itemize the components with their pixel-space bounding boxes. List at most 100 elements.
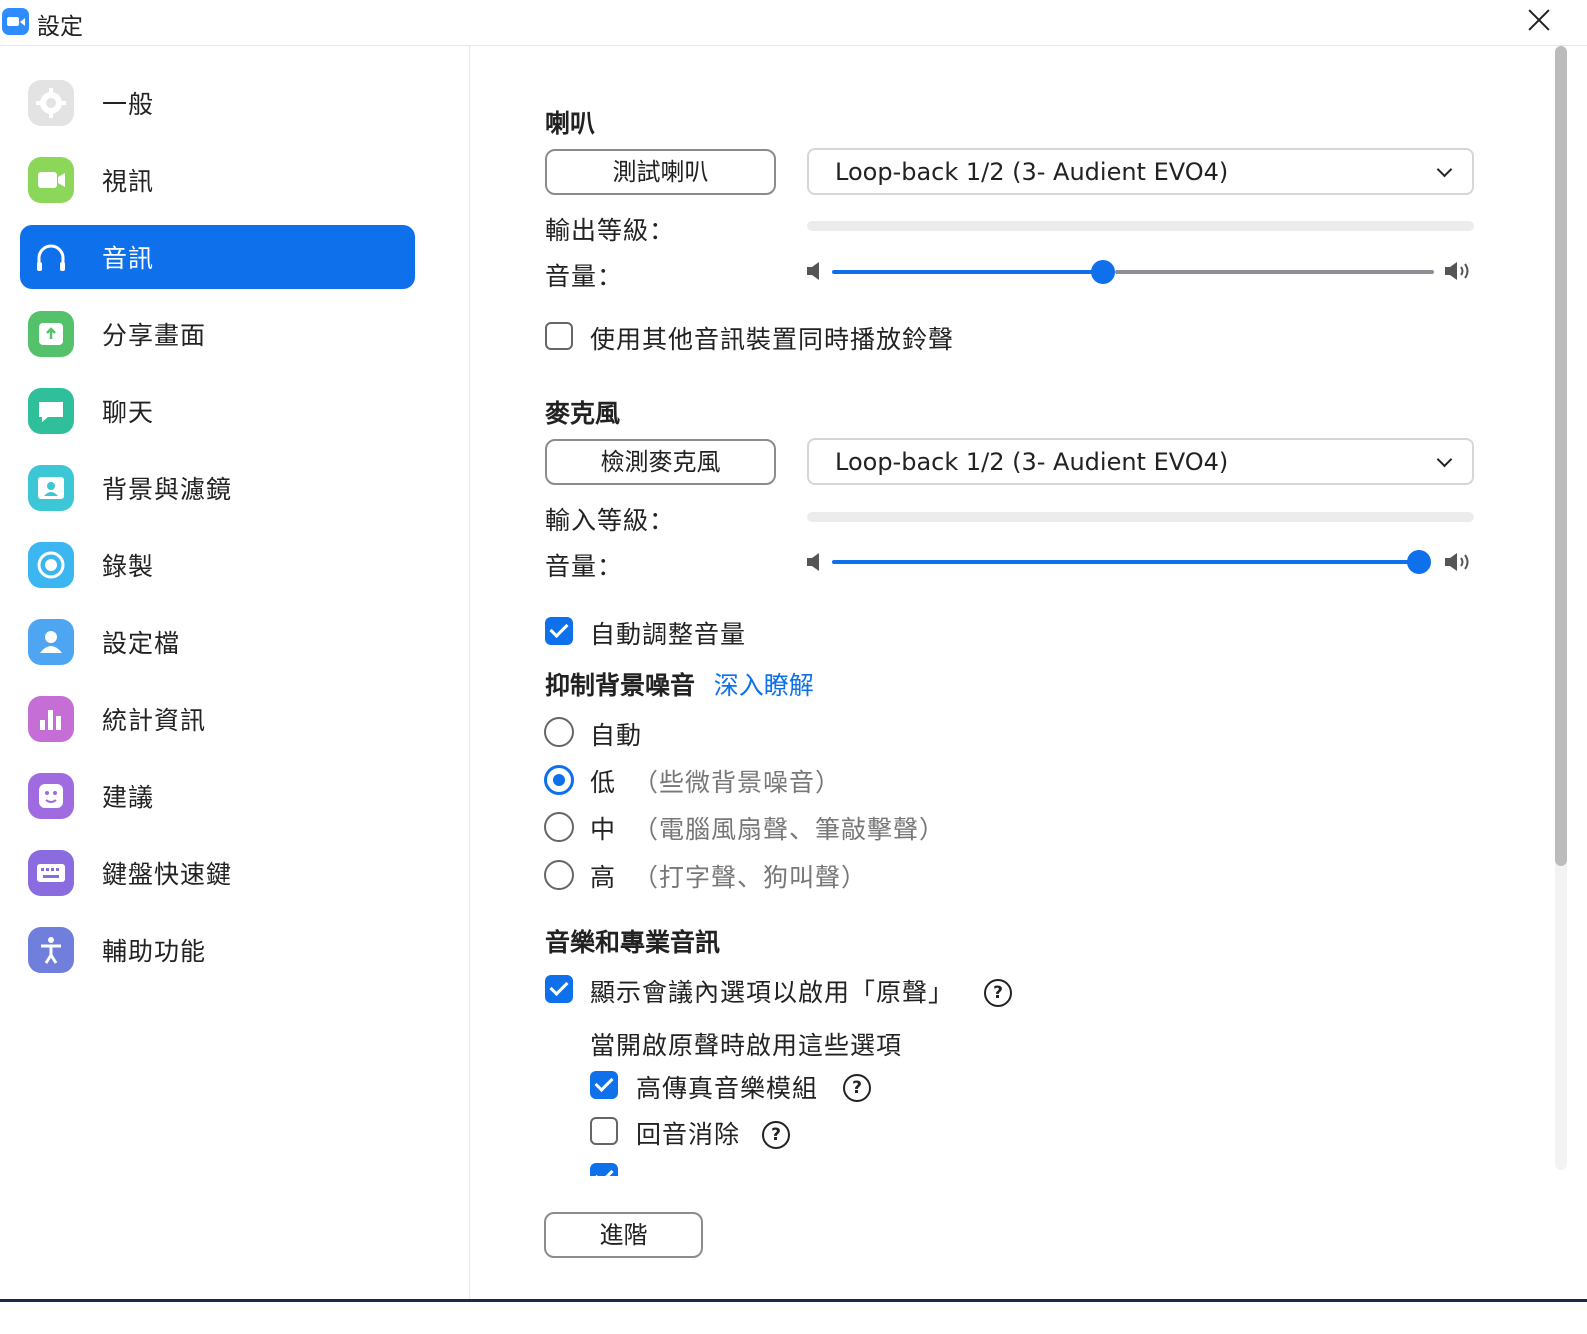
window-bottom-border: [0, 1299, 1587, 1302]
profile-icon: [28, 619, 74, 665]
sidebar-item-feedback[interactable]: 建議: [20, 764, 415, 828]
sidebar-item-label: 鍵盤快速鍵: [102, 860, 233, 889]
background-portrait-icon: [28, 465, 74, 511]
speaker-volume-high-icon: [1444, 259, 1476, 287]
sidebar-item-label: 錄製: [102, 552, 155, 581]
sidebar-item-label: 統計資訊: [102, 706, 207, 735]
original-sound-checkbox[interactable]: [545, 975, 573, 1003]
noise-option-auto-radio[interactable]: [544, 717, 574, 747]
microphone-volume-high-icon: [1444, 550, 1476, 578]
original-sound-options-title: 當開啟原聲時啟用這些選項: [590, 1031, 903, 1060]
chevron-down-icon: [1436, 161, 1453, 178]
learn-more-link[interactable]: 深入瞭解: [714, 671, 814, 700]
sidebar-item-profile[interactable]: 設定檔: [20, 610, 415, 674]
test-speaker-button[interactable]: 測試喇叭: [545, 149, 776, 195]
sidebar-item-chat[interactable]: 聊天: [20, 379, 415, 443]
statistics-icon: [28, 696, 74, 742]
stereo-checkbox[interactable]: [590, 1163, 618, 1176]
hifi-music-checkbox[interactable]: [590, 1071, 618, 1099]
audio-settings-panel: 喇叭 測試喇叭 Loop-back 1/2 (3- Audient EVO4) …: [470, 46, 1587, 1176]
speaker-volume-fill: [832, 270, 1097, 274]
close-icon[interactable]: [1524, 6, 1554, 36]
echo-cancellation-checkbox[interactable]: [590, 1117, 618, 1145]
hifi-music-label: 高傳真音樂模組: [636, 1074, 819, 1103]
microphone-device-value: Loop-back 1/2 (3- Audient EVO4): [835, 448, 1229, 476]
noise-option-high-label: 高: [590, 863, 617, 892]
microphone-volume-slider[interactable]: [832, 549, 1431, 575]
keyboard-icon: [28, 850, 74, 896]
output-level-label: 輸出等級：: [545, 216, 676, 245]
sidebar-item-label: 視訊: [102, 167, 155, 196]
microphone-volume-thumb[interactable]: [1407, 550, 1431, 574]
sidebar-item-audio[interactable]: 音訊: [20, 225, 415, 289]
separate-ringtone-checkbox[interactable]: [545, 322, 573, 350]
share-screen-icon: [28, 311, 74, 357]
output-level-meter: [807, 221, 1474, 231]
sidebar-item-label: 音訊: [102, 244, 155, 273]
title-bar: 設定: [0, 0, 1587, 46]
speaker-volume-track: [1115, 270, 1434, 274]
speaker-volume-low-icon: [806, 260, 824, 286]
noise-option-low-hint: （些微背景噪音）: [632, 768, 841, 797]
video-camera-icon: [28, 157, 74, 203]
help-icon[interactable]: ?: [984, 979, 1012, 1007]
microphone-volume-label: 音量：: [545, 552, 624, 581]
speaker-volume-thumb[interactable]: [1091, 260, 1115, 284]
music-audio-section-title: 音樂和專業音訊: [545, 928, 721, 957]
sidebar-item-label: 建議: [102, 783, 155, 812]
noise-option-auto-label: 自動: [590, 721, 643, 750]
headphones-icon: [28, 234, 74, 280]
noise-suppression-title-text: 抑制背景噪音: [545, 671, 696, 700]
sidebar-item-label: 一般: [102, 90, 155, 119]
record-icon: [28, 542, 74, 588]
sidebar-item-statistics[interactable]: 統計資訊: [20, 687, 415, 751]
echo-cancellation-label: 回音消除: [636, 1120, 741, 1149]
sidebar-item-background[interactable]: 背景與濾鏡: [20, 456, 415, 520]
microphone-volume-fill: [832, 560, 1425, 564]
zoom-app-icon: [2, 8, 29, 35]
sidebar-item-recording[interactable]: 錄製: [20, 533, 415, 597]
speaker-device-value: Loop-back 1/2 (3- Audient EVO4): [835, 158, 1229, 186]
noise-option-low: 低 （些微背景噪音）: [590, 763, 841, 799]
sidebar-item-accessibility[interactable]: 輔助功能: [20, 918, 415, 982]
scrollbar-thumb[interactable]: [1555, 46, 1567, 866]
separate-ringtone-label: 使用其他音訊裝置同時播放鈴聲: [590, 325, 955, 354]
chat-bubble-icon: [28, 388, 74, 434]
help-icon[interactable]: ?: [762, 1121, 790, 1149]
noise-option-low-radio[interactable]: [544, 765, 574, 795]
test-microphone-button[interactable]: 檢測麥克風: [545, 439, 776, 485]
sidebar: 一般 視訊 音訊 分享畫面 聊天 背景與濾鏡 錄製 設定檔 統計資訊 建議 鍵盤…: [0, 46, 470, 1299]
sidebar-item-keyboard-shortcuts[interactable]: 鍵盤快速鍵: [20, 841, 415, 905]
sidebar-item-video[interactable]: 視訊: [20, 148, 415, 212]
sidebar-item-label: 輔助功能: [102, 937, 207, 966]
input-level-meter: [807, 512, 1474, 522]
accessibility-icon: [28, 927, 74, 973]
noise-option-medium-radio[interactable]: [544, 812, 574, 842]
sidebar-item-label: 背景與濾鏡: [102, 475, 233, 504]
auto-adjust-volume-label: 自動調整音量: [590, 620, 747, 649]
advanced-button[interactable]: 進階: [544, 1212, 703, 1258]
microphone-section-title: 麥克風: [545, 399, 621, 428]
help-icon[interactable]: ?: [843, 1074, 871, 1102]
microphone-device-select[interactable]: Loop-back 1/2 (3- Audient EVO4): [807, 438, 1474, 485]
sidebar-item-general[interactable]: 一般: [20, 71, 415, 135]
sidebar-item-share-screen[interactable]: 分享畫面: [20, 302, 415, 366]
sidebar-item-label: 分享畫面: [102, 321, 207, 350]
feedback-smile-icon: [28, 773, 74, 819]
speaker-volume-slider[interactable]: [832, 259, 1434, 285]
original-sound-label: 顯示會議內選項以啟用「原聲」: [590, 978, 955, 1007]
noise-option-medium: 中 （電腦風扇聲、筆敲擊聲）: [590, 810, 945, 846]
speaker-section-title: 喇叭: [545, 109, 596, 138]
sidebar-item-label: 設定檔: [102, 629, 181, 658]
noise-option-high-hint: （打字聲、狗叫聲）: [632, 863, 867, 892]
noise-option-medium-hint: （電腦風扇聲、筆敲擊聲）: [632, 815, 945, 844]
gear-icon: [28, 80, 74, 126]
noise-option-high-radio[interactable]: [544, 860, 574, 890]
noise-option-high: 高 （打字聲、狗叫聲）: [590, 858, 867, 894]
noise-option-medium-label: 中: [590, 815, 617, 844]
sidebar-item-label: 聊天: [102, 398, 155, 427]
noise-option-low-label: 低: [590, 768, 617, 797]
microphone-volume-low-icon: [806, 551, 824, 577]
auto-adjust-volume-checkbox[interactable]: [545, 617, 573, 645]
speaker-device-select[interactable]: Loop-back 1/2 (3- Audient EVO4): [807, 148, 1474, 195]
